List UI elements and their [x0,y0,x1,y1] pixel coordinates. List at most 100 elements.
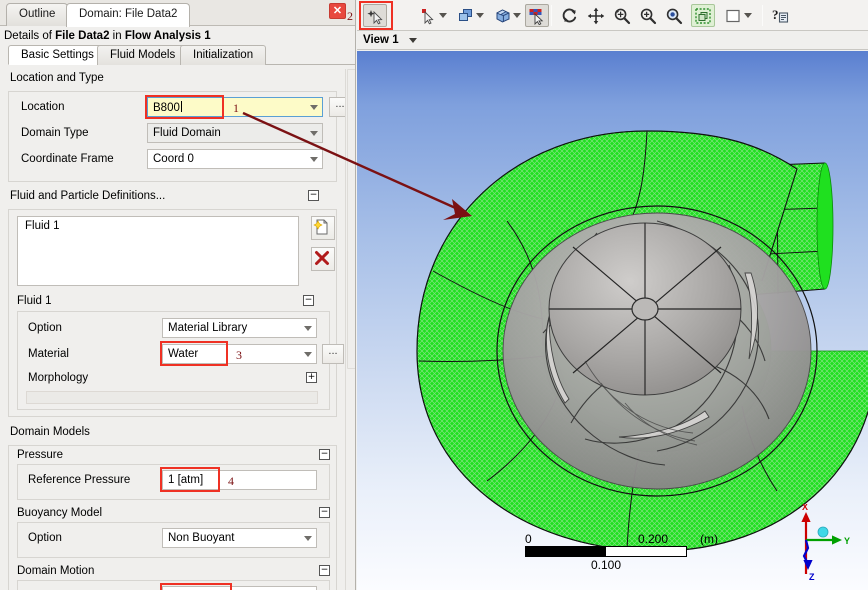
new-fluid-button[interactable] [311,216,335,240]
svg-text:Z: Z [809,572,815,582]
scale-min-label: 0 [525,532,532,546]
multi-select-flag-icon [529,8,544,25]
chevron-down-icon[interactable] [306,150,321,168]
buoyancy-option-select[interactable]: Non Buoyant [162,528,317,548]
collapse-icon-pressure[interactable]: − [319,449,330,460]
scale-unit-label: (m) [700,532,718,546]
coordinate-frame-select[interactable]: Coord 0 [147,149,323,169]
tab-fluid-models[interactable]: Fluid Models [97,45,189,65]
panel-tabstrip: Outline Domain: File Data2 ✕ [0,0,355,27]
color-swatch-icon [726,9,740,22]
reference-pressure-input[interactable]: 1 [atm] [162,470,317,490]
view-label: View 1 [363,34,399,46]
row-buoyancy-option: Option Non Buoyant [24,527,321,551]
multi-select-button[interactable] [525,4,549,27]
row-coordinate-frame: Coordinate Frame Coord 0 [17,148,328,172]
tab-basic-settings-label: Basic Settings [21,49,94,61]
buoyancy-option-value: Non Buoyant [168,532,235,544]
collapse-icon-fluid-particle[interactable]: − [308,190,319,201]
list-item[interactable]: Fluid 1 [18,217,298,232]
volume-select-dropdown[interactable] [512,11,521,20]
select-mode-button[interactable] [363,4,387,27]
domain-type-select[interactable]: Fluid Domain [147,123,323,143]
pick-cursor-dropdown[interactable] [438,11,447,20]
zoom-fit-button[interactable] [662,4,686,27]
scale-mid-label: 0.100 [590,558,622,572]
morphology-placeholder-bar [26,391,318,404]
chevron-down-icon[interactable] [300,319,315,337]
collapse-icon-buoyancy[interactable]: − [319,507,330,518]
fluid-option-label: Option [28,322,62,334]
details-prefix: Details of [4,30,56,42]
3d-viewport[interactable]: 0 0.200 (m) 0.100 X Y Z [357,51,868,590]
material-label: Material [28,348,69,360]
svg-text:Y: Y [844,536,850,546]
close-icon[interactable]: ✕ [329,3,346,19]
fluid-option-select[interactable]: Material Library [162,318,317,338]
show-mesh-button[interactable] [691,4,715,27]
context-help-button[interactable]: ? [769,4,793,27]
group-location-and-type: Location B800 ... 1 Domain Type Fluid Do… [8,91,345,182]
delete-fluid-button[interactable] [311,247,335,271]
impeller-assembly [502,212,812,490]
tab-initialization[interactable]: Initialization [180,45,267,65]
section-domain-models-label: Domain Models [10,426,90,438]
zoom-in-button[interactable] [636,4,660,27]
coordinate-frame-label: Coordinate Frame [21,153,114,165]
pan-move-icon [587,7,605,24]
location-browse-button[interactable]: ... [329,97,345,117]
scrollbar-thumb[interactable] [347,69,355,369]
view-selector-bar: View 1 [357,31,868,50]
domain-type-label: Domain Type [21,127,89,139]
location-label: Location [21,101,65,113]
zoom-in-icon [640,8,657,24]
reference-pressure-label: Reference Pressure [28,474,131,486]
pan-view-button[interactable] [584,4,608,27]
fluid-list[interactable]: Fluid 1 [17,216,299,286]
material-browse-button[interactable]: ... [322,344,344,364]
tab-basic-settings[interactable]: Basic Settings [8,45,107,65]
chevron-down-icon[interactable] [300,529,315,547]
expand-icon-morphology[interactable]: + [306,372,317,383]
settings-form: Location and Type Location B800 ... 1 Do… [0,69,345,590]
svg-text:?: ? [772,7,779,22]
collapse-icon-domain-motion[interactable]: − [319,565,330,576]
viewer-toolbar: 2 ? [347,0,868,31]
tab-domain-file-data2[interactable]: Domain: File Data2 [66,3,191,27]
row-morphology: Morphology + [24,369,321,389]
viewer-area: 2 ? View 1 0 0.200 (m) 0.100 X Y Z [347,0,868,590]
section-location-and-type-label: Location and Type [10,72,104,84]
zoom-box-button[interactable] [610,4,634,27]
subsection-fluid-1-label: Fluid 1 [17,295,52,307]
zoom-box-icon [614,8,631,24]
chevron-down-icon[interactable] [300,345,315,363]
scale-legend: 0 0.200 (m) 0.100 [525,532,725,572]
axis-y: Y [806,535,850,546]
details-scrollbar[interactable] [345,69,355,590]
select-cursor-icon [367,9,383,24]
tab-outline-label: Outline [19,8,56,20]
svg-text:X: X [802,504,808,512]
subsection-pressure-label: Pressure [17,449,64,461]
background-color-button[interactable] [721,4,745,27]
tab-fluid-models-label: Fluid Models [110,49,176,61]
chevron-down-icon[interactable] [306,98,321,116]
tab-outline[interactable]: Outline [6,3,69,26]
subsection-domain-motion: Domain Motion − [9,562,336,579]
details-header: Details of File Data2 in Flow Analysis 1 [0,26,355,45]
surface-select-dropdown[interactable] [475,11,484,20]
location-value: B800 [153,101,182,114]
annotation-marker-1: 1 [233,101,239,115]
chevron-down-icon[interactable] [409,38,417,43]
cfx-pre-window: Outline Domain: File Data2 ✕ Details of … [0,0,868,590]
group-domain-motion: Option Stationary 5 [17,580,330,590]
group-fluid-and-particle: Fluid 1 Fluid 1 − Option Material Librar… [8,209,344,417]
background-color-dropdown[interactable] [743,11,752,20]
rotate-view-button[interactable] [558,4,582,27]
collapse-icon-fluid-1[interactable]: − [303,295,314,306]
chevron-down-icon[interactable] [306,124,321,142]
group-fluid-1: Option Material Library Material Water .… [17,311,344,410]
tab-domain-label: Domain: File Data2 [79,8,178,20]
text-caret [180,101,182,112]
morphology-label: Morphology [28,372,89,384]
